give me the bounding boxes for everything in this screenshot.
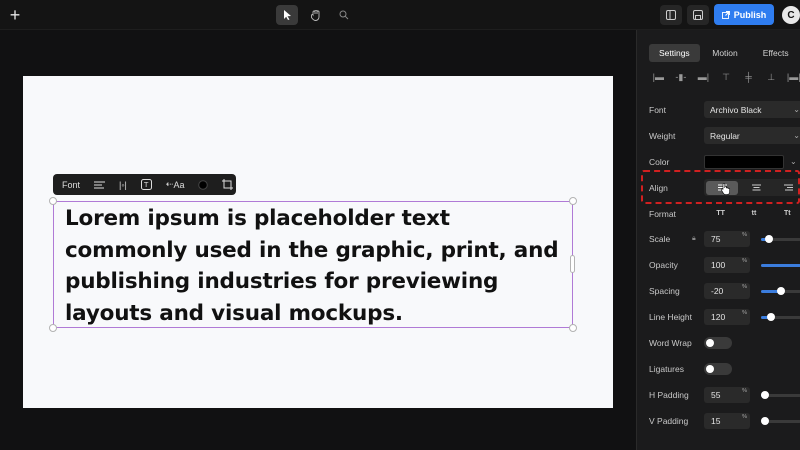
layout-toggle-button[interactable] (660, 5, 682, 25)
publish-button[interactable]: Publish (714, 4, 774, 25)
chevron-down-icon[interactable]: ⌄ (790, 157, 797, 166)
h-padding-unit: % (742, 388, 747, 394)
line-height-unit: % (742, 310, 747, 316)
panel-tabs: Settings Motion Effects (649, 44, 800, 62)
weight-label: Weight (649, 131, 676, 141)
svg-text:T: T (143, 181, 149, 189)
chevron-down-icon: ⌄ (793, 131, 800, 140)
font-label: Font (649, 105, 667, 115)
align-top-icon[interactable]: ⊤ (719, 70, 734, 84)
line-height-label: Line Height (649, 312, 693, 322)
line-height-slider[interactable] (761, 313, 800, 321)
v-padding-slider[interactable] (761, 417, 800, 425)
publish-label: Publish (733, 9, 767, 20)
spacing-unit: % (742, 284, 747, 290)
line-height-input[interactable]: 120 % (704, 309, 750, 325)
tab-effects[interactable]: Effects (750, 44, 800, 62)
spacing-label: Spacing (649, 286, 680, 296)
case-label: Aa (173, 179, 185, 190)
opacity-label: Opacity (649, 260, 678, 270)
distribute-icon[interactable]: |▬| (786, 70, 800, 84)
v-padding-unit: % (742, 414, 747, 420)
resize-handle-right[interactable] (570, 255, 575, 273)
scale-unit: % (742, 232, 747, 238)
align-left-icon[interactable]: |▬ (651, 70, 666, 84)
opacity-slider[interactable] (761, 264, 800, 267)
text-align-icon[interactable] (94, 178, 106, 192)
search-icon (339, 10, 349, 20)
scale-value: 75 (711, 234, 721, 244)
text-case-button[interactable]: ⇠ Aa (166, 178, 185, 192)
h-padding-value: 55 (711, 390, 721, 400)
lock-icon[interactable]: 🔒︎ (692, 235, 696, 243)
spacing-input[interactable]: -20 % (704, 283, 750, 299)
opacity-unit: % (742, 258, 747, 264)
tab-settings[interactable]: Settings (649, 44, 700, 62)
crop-frame-icon[interactable] (222, 178, 234, 192)
word-wrap-toggle[interactable] (704, 337, 732, 349)
cursor-icon (283, 10, 291, 20)
avatar[interactable]: C (782, 6, 800, 24)
alignment-toolbar: |▬ -▮- ▬| ⊤ ╪ ⊥ |▬| (651, 70, 800, 84)
v-padding-value: 15 (711, 416, 721, 426)
font-menu-button[interactable]: Font (62, 180, 80, 190)
scale-input[interactable]: 75 % (704, 231, 750, 247)
align-right-icon[interactable]: ▬| (696, 70, 711, 84)
resize-handle-bottom-left[interactable] (49, 324, 57, 332)
resize-handle-top-right[interactable] (569, 197, 577, 205)
word-wrap-label: Word Wrap (649, 338, 692, 348)
scale-label: Scale (649, 234, 671, 244)
align-bottom-icon[interactable]: ⊥ (764, 70, 779, 84)
spacing-slider[interactable] (761, 287, 800, 295)
spacing-value: -20 (711, 286, 724, 296)
hand-icon (311, 9, 320, 21)
format-uppercase-button[interactable]: TT (704, 210, 737, 217)
font-value: Archivo Black (710, 104, 762, 115)
mouse-cursor-icon (721, 183, 730, 195)
h-padding-input[interactable]: 55 % (704, 387, 750, 403)
cursor-tool-button[interactable] (276, 5, 298, 25)
sidebar-icon (666, 10, 676, 20)
tab-motion[interactable]: Motion (700, 44, 751, 62)
text-element[interactable]: Lorem ipsum is placeholder text commonly… (65, 203, 570, 329)
resize-handle-top-left[interactable] (49, 197, 57, 205)
plus-icon[interactable]: + (6, 5, 24, 25)
save-icon (693, 10, 703, 20)
hand-tool-button[interactable] (305, 5, 327, 25)
letter-spacing-icon[interactable]: |◦| (119, 178, 127, 192)
format-label: Format (649, 209, 676, 219)
format-lowercase-button[interactable]: tt (737, 210, 770, 217)
line-height-value: 120 (711, 312, 726, 322)
save-button[interactable] (687, 5, 709, 25)
weight-value: Regular (710, 130, 740, 141)
opacity-value: 100 (711, 260, 726, 270)
font-select[interactable]: Archivo Black ⌄ (704, 101, 800, 118)
format-titlecase-button[interactable]: Tt (771, 210, 800, 217)
ligatures-toggle[interactable] (704, 363, 732, 375)
v-padding-label: V Padding (649, 416, 689, 426)
h-padding-label: H Padding (649, 390, 689, 400)
text-format-segmented: TT tt Tt (704, 205, 800, 222)
external-link-icon (721, 10, 730, 19)
v-padding-input[interactable]: 15 % (704, 413, 750, 429)
color-swatch[interactable] (704, 155, 784, 169)
chevron-down-icon: ⌄ (793, 105, 800, 114)
weight-select[interactable]: Regular ⌄ (704, 127, 800, 144)
opacity-input[interactable]: 100 % (704, 257, 750, 273)
top-bar: + Publish C (0, 0, 800, 30)
floating-text-toolbar: Font |◦| T ⇠ Aa (53, 174, 236, 195)
text-box-icon[interactable]: T (140, 178, 152, 192)
scale-slider[interactable] (761, 235, 800, 243)
align-middle-v-icon[interactable]: ╪ (741, 70, 756, 84)
color-label: Color (649, 157, 670, 167)
zoom-tool-button[interactable] (333, 5, 355, 25)
ligatures-label: Ligatures (649, 364, 684, 374)
resize-handle-bottom-right[interactable] (569, 324, 577, 332)
properties-panel: Settings Motion Effects |▬ -▮- ▬| ⊤ ╪ ⊥ … (636, 30, 800, 450)
align-center-h-icon[interactable]: -▮- (674, 70, 689, 84)
color-dot-icon[interactable] (198, 178, 209, 192)
h-padding-slider[interactable] (761, 391, 800, 399)
